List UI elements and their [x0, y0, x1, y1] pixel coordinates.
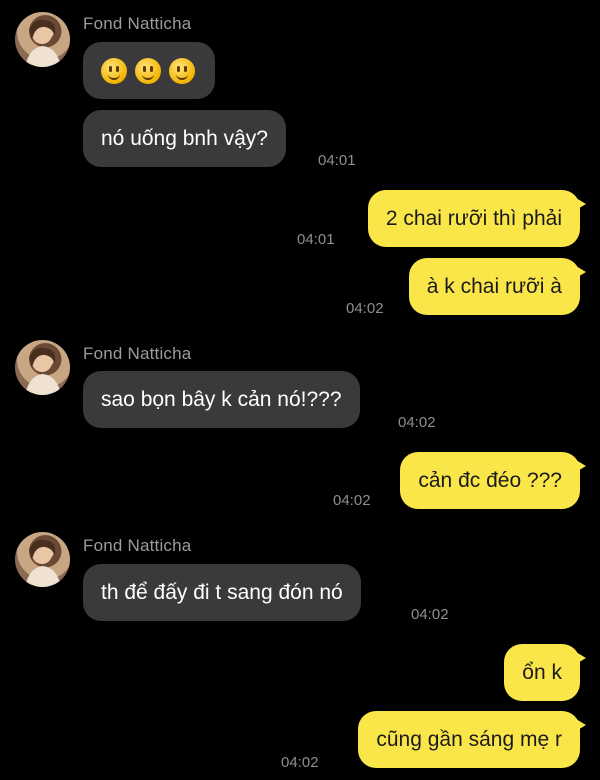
incoming-message[interactable]: sao bọn bây k cản nó!??? [83, 371, 360, 428]
avatar-photo [25, 539, 61, 587]
sender-name: Fond Natticha [83, 14, 192, 33]
message-timestamp: 04:02 [398, 414, 436, 431]
contact-avatar[interactable] [15, 532, 70, 587]
outgoing-message[interactable]: cũng gần sáng mẹ r [358, 711, 586, 768]
outgoing-message[interactable]: 2 chai rưỡi thì phải [367, 190, 587, 247]
incoming-message[interactable]: nó uống bnh vậy? [83, 110, 286, 167]
message-timestamp: 04:02 [281, 754, 319, 771]
incoming-message[interactable]: th để đấy đi t sang đón nó [83, 564, 361, 621]
sender-name: Fond Natticha [83, 344, 192, 363]
outgoing-message[interactable]: ổn k [504, 644, 586, 701]
outgoing-message[interactable]: à k chai rưỡi à [408, 258, 587, 315]
contact-avatar[interactable] [15, 12, 70, 67]
message-timestamp: 04:01 [318, 152, 356, 169]
message-timestamp: 04:02 [346, 300, 384, 317]
contact-avatar[interactable] [15, 340, 70, 395]
slightly-smiling-face-icon [101, 58, 127, 85]
sender-name: Fond Natticha [83, 536, 192, 555]
message-timestamp: 04:02 [411, 606, 449, 623]
slightly-smiling-face-icon [169, 58, 195, 85]
message-timestamp: 04:02 [333, 492, 371, 509]
outgoing-message[interactable]: cản đc đéo ??? [400, 452, 586, 509]
message-timestamp: 04:01 [297, 231, 335, 248]
avatar-photo [25, 347, 61, 395]
slightly-smiling-face-icon [135, 58, 161, 85]
incoming-message-emoji[interactable] [83, 42, 215, 99]
avatar-photo [25, 19, 61, 67]
